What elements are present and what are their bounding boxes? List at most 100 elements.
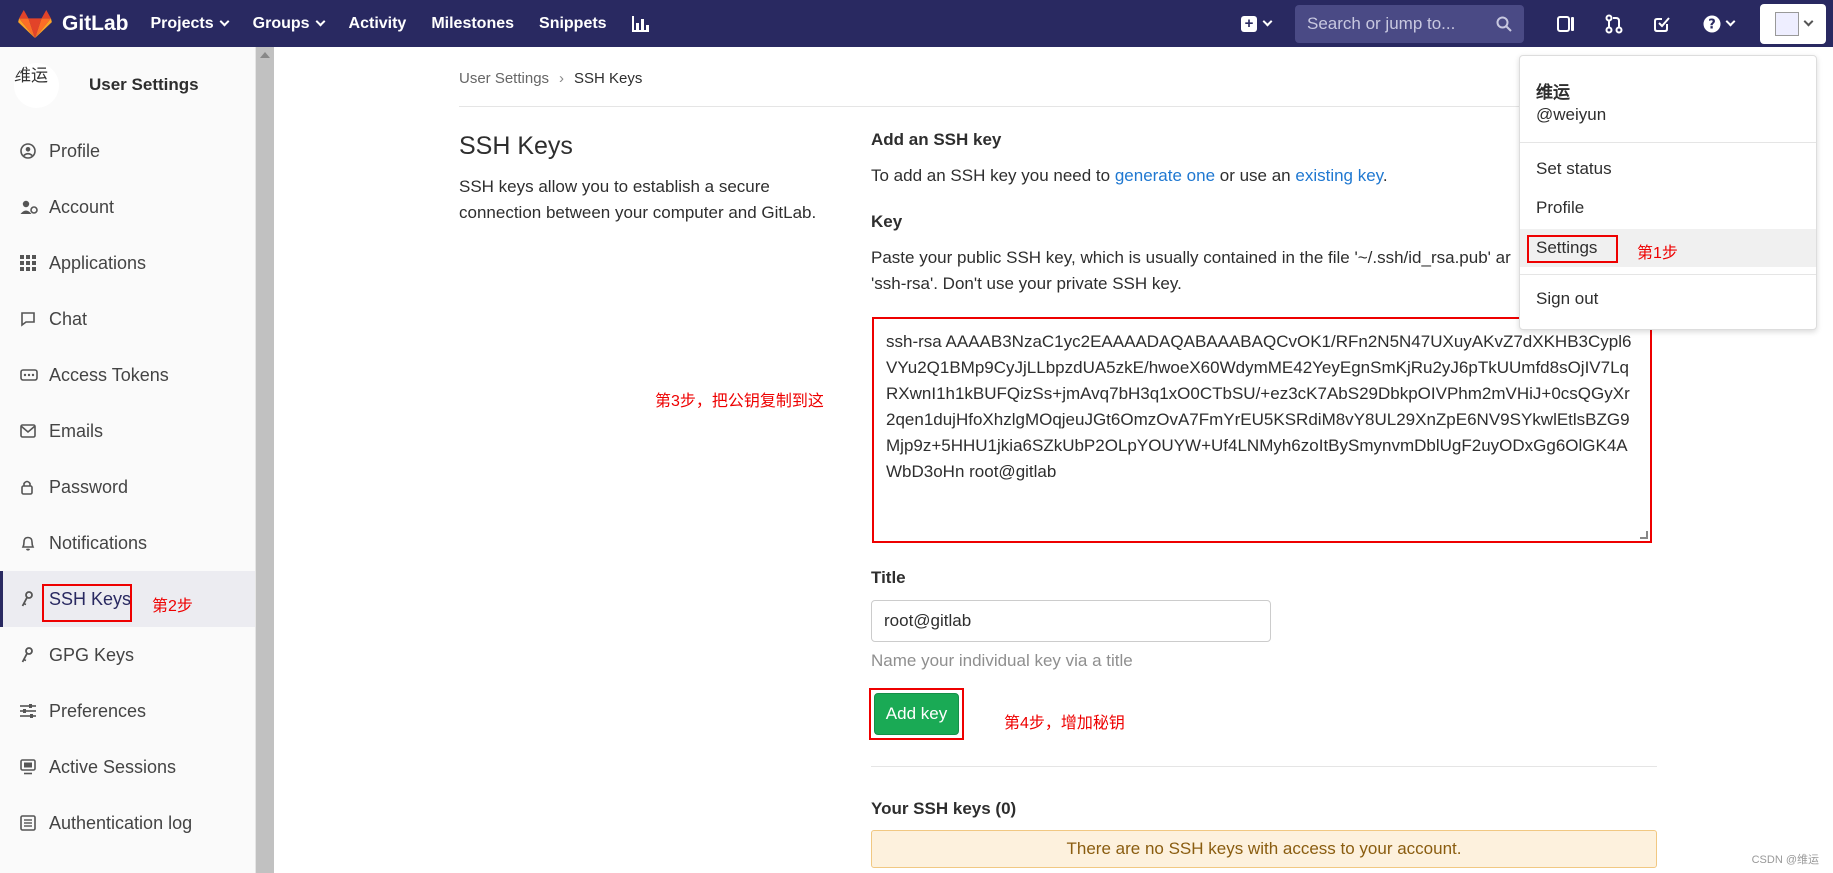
sidebar-avatar: 维运 (14, 62, 59, 108)
breadcrumb-parent[interactable]: User Settings (459, 70, 549, 87)
title-label: Title (871, 568, 906, 587)
sidebar-item-authentication-log[interactable]: Authentication log (0, 795, 255, 851)
search-placeholder: Search or jump to... (1307, 13, 1456, 33)
add-key-heading: Add an SSH key (871, 130, 1002, 149)
sidebar-panel-icon (1557, 15, 1574, 32)
intro-suffix: . (1382, 166, 1388, 185)
gitlab-logo[interactable]: GitLab (18, 9, 129, 39)
sidebar-scrollbar[interactable] (256, 47, 274, 873)
sidebar-item-chat[interactable]: Chat (0, 291, 255, 347)
sidebar-item-applications[interactable]: Applications (0, 235, 255, 291)
sidebar-item-label: Access Tokens (49, 364, 169, 385)
chevron-down-icon (315, 16, 325, 27)
sidebar-item-label: Chat (49, 308, 88, 329)
annotation-step2: 第2步 (152, 598, 193, 615)
list-icon (20, 815, 40, 831)
key-icon (20, 591, 40, 607)
annotation-step4: 第4步，增加秘钥 (1004, 715, 1125, 732)
key-help-line1: Paste your public SSH key, which is usua… (871, 248, 1511, 267)
add-key-button[interactable]: Add key (874, 693, 959, 735)
search-input[interactable]: Search or jump to... (1295, 4, 1524, 43)
menu-item-sign-out[interactable]: Sign out (1520, 280, 1816, 318)
nav-activity-label: Activity (348, 14, 407, 32)
issues-panel-button[interactable] (1554, 12, 1578, 36)
main-nav: Projects Groups Activity Milestones Snip… (151, 15, 674, 33)
sidebar-item-label: Profile (49, 140, 101, 161)
sidebar-item-gpg-keys[interactable]: GPG Keys (0, 627, 255, 683)
generate-one-link[interactable]: generate one (1115, 166, 1215, 185)
help-question-icon: ? (1703, 15, 1720, 32)
breadcrumb: User Settings › SSH Keys (459, 70, 642, 87)
key-help-line2: 'ssh-rsa'. Don't use your private SSH ke… (871, 274, 1182, 293)
nav-groups[interactable]: Groups (252, 14, 325, 33)
sidebar-item-preferences[interactable]: Preferences (0, 683, 255, 739)
bell-icon (20, 535, 40, 551)
empty-keys-banner: There are no SSH keys with access to you… (871, 830, 1657, 868)
top-navbar: GitLab Projects Groups Activity Mileston… (0, 0, 1833, 47)
nav-projects[interactable]: Projects (151, 15, 230, 33)
todos-button[interactable] (1650, 12, 1674, 36)
sidebar-item-label: Applications (49, 252, 147, 273)
profile-icon (20, 143, 40, 159)
sidebar-item-emails[interactable]: Emails (0, 403, 255, 459)
sidebar-item-label: Account (49, 196, 115, 217)
plus-square-icon: + (1241, 15, 1257, 32)
nav-snippets[interactable]: Snippets (539, 15, 607, 33)
add-key-intro: To add an SSH key you need to generate o… (871, 166, 1388, 186)
title-input[interactable]: root@gitlab (871, 600, 1271, 642)
sidebar-item-access-tokens[interactable]: Access Tokens (0, 347, 255, 403)
annotation-box-ssh-keys (42, 584, 132, 622)
nav-groups-label: Groups (252, 14, 310, 32)
merge-requests-button[interactable] (1602, 12, 1626, 36)
lock-icon (20, 479, 40, 495)
intro-middle: or use an (1215, 166, 1296, 185)
new-item-button[interactable]: + (1241, 15, 1273, 32)
chevron-down-icon (219, 16, 230, 27)
annotation-step3: 第3步，把公钥复制到这 (655, 393, 824, 410)
key-textarea[interactable]: ssh-rsa AAAAB3NzaC1yc2EAAAADAQABAAABAQCv… (872, 317, 1652, 543)
menu-item-set-status[interactable]: Set status (1520, 150, 1816, 188)
title-help-text: Name your individual key via a title (871, 651, 1133, 670)
nav-milestones[interactable]: Milestones (431, 15, 514, 33)
account-icon (20, 199, 40, 215)
key-label: Key (871, 212, 903, 231)
chevron-right-icon: › (559, 70, 565, 87)
help-button[interactable]: ? (1698, 12, 1738, 36)
scroll-up-arrow-icon[interactable] (260, 52, 270, 58)
sidebar-item-password[interactable]: Password (0, 459, 255, 515)
chevron-down-icon (1803, 16, 1813, 27)
brand-name: GitLab (62, 11, 129, 35)
annotation-box-settings (1527, 235, 1618, 263)
sidebar-item-label: Password (49, 476, 129, 497)
sidebar-item-active-sessions[interactable]: Active Sessions (0, 739, 255, 795)
nav-activity[interactable]: Activity (349, 15, 407, 33)
menu-item-profile[interactable]: Profile (1520, 189, 1816, 227)
sidebar-item-label: Active Sessions (49, 756, 177, 777)
access-tokens-icon (20, 368, 40, 382)
annotation-step1: 第1步 (1637, 245, 1678, 262)
settings-sidebar: 维运 User Settings Profile Account Applicati… (0, 47, 256, 873)
nav-analytics[interactable] (631, 15, 649, 32)
dropdown-divider (1520, 274, 1816, 275)
sidebar-nav: Profile Account Applications Chat Access Tok… (0, 123, 255, 851)
sidebar-item-profile[interactable]: Profile (0, 123, 255, 179)
dropdown-user-name: 维运 (1536, 83, 1570, 102)
sidebar-item-account[interactable]: Account (0, 179, 255, 235)
annotation-box-add-key: Add key (869, 688, 964, 740)
sidebar-header[interactable]: 维运 User Settings (0, 47, 255, 123)
breadcrumb-current[interactable]: SSH Keys (574, 70, 642, 87)
watermark: CSDN @维运 (1751, 854, 1819, 866)
sidebar-item-notifications[interactable]: Notifications (0, 515, 255, 571)
avatar (1774, 11, 1799, 36)
chat-icon (20, 311, 40, 327)
applications-icon (20, 255, 40, 271)
resize-handle-icon[interactable] (1640, 531, 1648, 539)
existing-key-link[interactable]: existing key (1295, 166, 1383, 185)
key-icon (20, 647, 40, 663)
user-menu-button[interactable] (1760, 3, 1826, 44)
dropdown-divider (1520, 142, 1816, 143)
section-divider (871, 766, 1657, 767)
page-title: SSH Keys (459, 132, 573, 160)
dropdown-username: @weiyun (1536, 105, 1607, 124)
emails-icon (20, 424, 40, 438)
